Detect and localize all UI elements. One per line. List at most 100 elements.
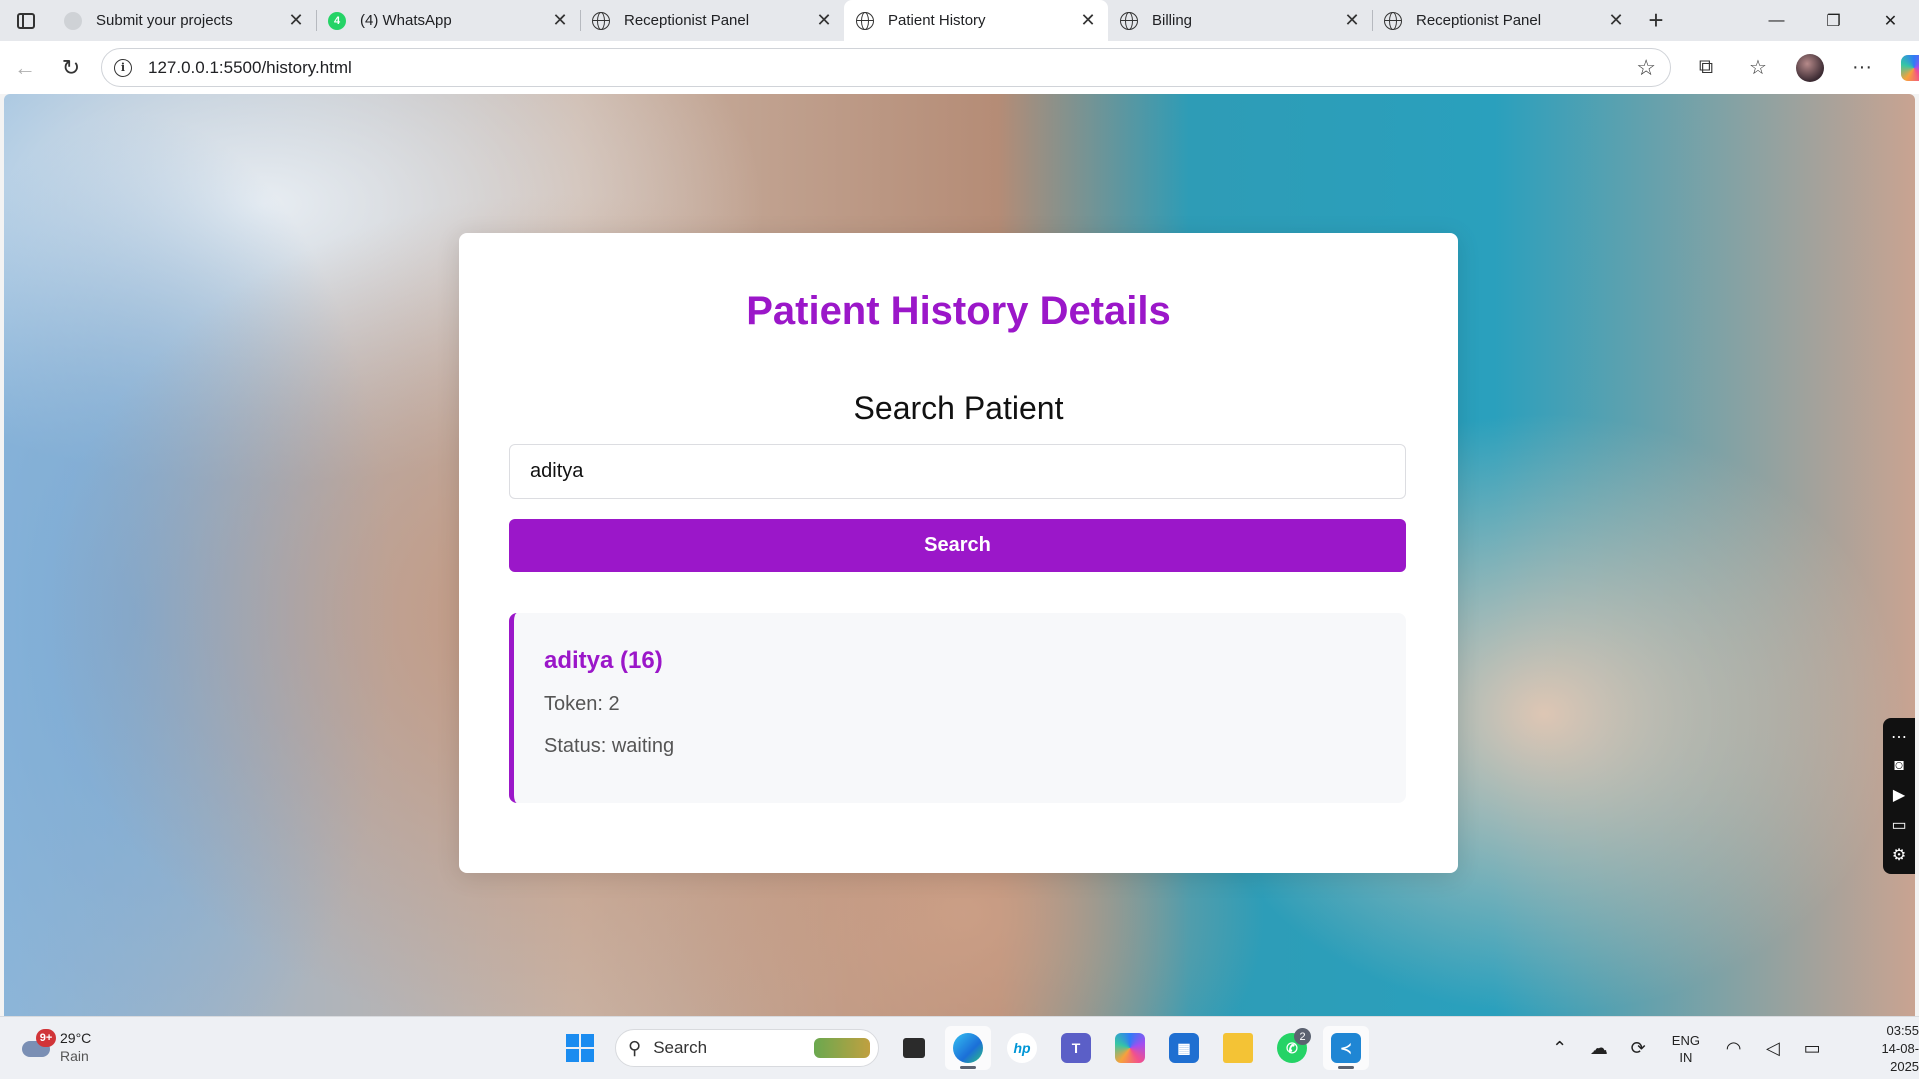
- window-controls: — ❐ ✕: [1748, 0, 1919, 41]
- tab-title: Patient History: [888, 12, 986, 29]
- battery-button[interactable]: ▭: [1793, 1038, 1832, 1059]
- close-icon[interactable]: ✕: [1078, 10, 1098, 31]
- tab-whatsapp[interactable]: 4 (4) WhatsApp ✕: [316, 0, 580, 41]
- patient-result-card: aditya (16) Token: 2 Status: waiting: [509, 613, 1406, 803]
- more-button[interactable]: ···: [1836, 48, 1888, 88]
- weather-badge: 9+: [36, 1029, 56, 1047]
- tab-billing[interactable]: Billing ✕: [1108, 0, 1372, 41]
- search-button[interactable]: Search: [509, 519, 1406, 572]
- store-icon: ▦: [1169, 1033, 1199, 1063]
- folder-icon: [1223, 1033, 1253, 1063]
- browser-toolbar: ← ↻ i 127.0.0.1:5500/history.html ☆ ⧉ ☆ …: [0, 41, 1919, 94]
- tab-title: Billing: [1152, 12, 1193, 29]
- taskbar-apps: ⚲ Search hp T ▦ ✆ 2 ≺: [553, 1026, 1373, 1070]
- close-icon[interactable]: ✕: [550, 10, 570, 31]
- favorites-button[interactable]: ☆: [1732, 48, 1784, 88]
- new-tab-button[interactable]: +: [1636, 0, 1676, 41]
- plus-icon: +: [1648, 5, 1664, 35]
- tab-receptionist-panel[interactable]: Receptionist Panel ✕: [580, 0, 844, 41]
- start-button[interactable]: [557, 1026, 603, 1070]
- page-viewport: Patient History Details Search Patient S…: [4, 94, 1915, 1016]
- weather-condition: Rain: [60, 1048, 89, 1064]
- floating-capture-toolbar: ⋯ ◙ ▶ ▭ ⚙: [1883, 718, 1915, 874]
- copilot-app[interactable]: [1107, 1026, 1153, 1070]
- minimize-button[interactable]: —: [1748, 0, 1805, 41]
- speaker-icon: ◁: [1765, 1038, 1780, 1058]
- tab-title: Receptionist Panel: [1416, 12, 1542, 29]
- store-app[interactable]: ▦: [1161, 1026, 1207, 1070]
- video-icon[interactable]: ▶: [1893, 785, 1905, 805]
- copilot-button[interactable]: [1888, 48, 1919, 88]
- restore-button[interactable]: ❐: [1805, 0, 1862, 41]
- hp-icon: hp: [1007, 1033, 1037, 1063]
- patient-status: Status: waiting: [544, 735, 675, 757]
- pin-icon[interactable]: ⋯: [1891, 727, 1907, 747]
- volume-button[interactable]: ◁: [1753, 1038, 1792, 1059]
- tab-patient-history[interactable]: Patient History ✕: [844, 0, 1108, 41]
- gear-icon[interactable]: ⚙: [1892, 845, 1906, 865]
- close-icon[interactable]: ✕: [1342, 10, 1362, 31]
- system-tray: ⌃ ☁ ⟳ ENG IN ◠ ◁ ▭ 03:55 14-08-2025: [1540, 1017, 1919, 1079]
- clock-date: 14-08-2025: [1881, 1040, 1919, 1074]
- reload-button[interactable]: ↻: [48, 48, 94, 88]
- region-code: IN: [1679, 1049, 1693, 1065]
- edge-app[interactable]: [945, 1026, 991, 1070]
- vscode-app[interactable]: ≺: [1323, 1026, 1369, 1070]
- close-icon[interactable]: ✕: [814, 10, 834, 31]
- tab-title: Receptionist Panel: [624, 12, 750, 29]
- cloud-icon: ☁: [1589, 1038, 1608, 1058]
- patient-search-input[interactable]: [509, 444, 1406, 499]
- wifi-icon: ◠: [1725, 1038, 1742, 1058]
- language-indicator[interactable]: ENG IN: [1672, 1032, 1700, 1066]
- vscode-icon: ≺: [1331, 1033, 1361, 1063]
- address-url: 127.0.0.1:5500/history.html: [148, 57, 352, 77]
- sync-button[interactable]: ⟳: [1619, 1038, 1658, 1059]
- taskbar: 9+ 29°C Rain ⚲ Search hp T ▦ ✆ 2 ≺ ⌃ ☁ ⟳: [0, 1016, 1919, 1079]
- patient-token: Token: 2: [544, 693, 620, 715]
- wifi-button[interactable]: ◠: [1714, 1038, 1753, 1059]
- tab-actions-button[interactable]: [0, 0, 52, 41]
- battery-icon: ▭: [1803, 1038, 1821, 1058]
- close-window-button[interactable]: ✕: [1862, 0, 1919, 41]
- clock[interactable]: 03:55 14-08-2025: [1854, 1022, 1919, 1076]
- patient-name: aditya (16): [544, 647, 663, 674]
- profile-button[interactable]: [1784, 48, 1836, 88]
- favorite-star-icon[interactable]: ☆: [1636, 55, 1656, 81]
- tab-actions-icon: [17, 12, 35, 29]
- globe-icon: [1384, 11, 1402, 30]
- whatsapp-badge: 2: [1294, 1028, 1311, 1045]
- taskbar-search[interactable]: ⚲ Search: [615, 1029, 879, 1067]
- camera-icon[interactable]: ◙: [1894, 757, 1904, 775]
- history-card: Patient History Details Search Patient S…: [459, 233, 1458, 873]
- teams-app[interactable]: T: [1053, 1026, 1099, 1070]
- site-info-icon[interactable]: i: [114, 58, 132, 77]
- globe-icon: [856, 11, 874, 30]
- close-icon[interactable]: ✕: [286, 10, 306, 31]
- whatsapp-app[interactable]: ✆ 2: [1269, 1026, 1315, 1070]
- task-view-button[interactable]: [891, 1026, 937, 1070]
- back-button[interactable]: ←: [2, 48, 48, 88]
- more-dots-icon: ···: [1852, 56, 1872, 78]
- extensions-button[interactable]: ⧉: [1680, 48, 1732, 88]
- rain-cloud-icon: 9+: [20, 1029, 56, 1063]
- tab-submit-projects[interactable]: Submit your projects ✕: [52, 0, 316, 41]
- language-code: ENG: [1671, 1032, 1700, 1048]
- page-title: Patient History Details: [746, 289, 1171, 333]
- window-icon[interactable]: ▭: [1891, 815, 1906, 835]
- close-icon[interactable]: ✕: [1606, 10, 1626, 31]
- weather-widget[interactable]: 9+ 29°C Rain: [20, 1029, 91, 1065]
- search-heading: Search Patient: [853, 390, 1064, 426]
- avatar: [1796, 53, 1824, 82]
- back-arrow-icon: ←: [14, 54, 36, 80]
- show-hidden-icons-button[interactable]: ⌃: [1540, 1038, 1579, 1059]
- favorites-icon: ☆: [1749, 57, 1767, 79]
- chevron-up-icon: ⌃: [1552, 1038, 1568, 1058]
- onedrive-button[interactable]: ☁: [1579, 1038, 1618, 1059]
- hp-app[interactable]: hp: [999, 1026, 1045, 1070]
- taskbar-search-label: Search: [653, 1038, 708, 1057]
- file-explorer-app[interactable]: [1215, 1026, 1261, 1070]
- address-bar[interactable]: i 127.0.0.1:5500/history.html ☆: [101, 48, 1671, 87]
- tab-receptionist-panel-2[interactable]: Receptionist Panel ✕: [1372, 0, 1636, 41]
- teams-icon: T: [1061, 1033, 1091, 1063]
- windows-icon: [566, 1034, 594, 1062]
